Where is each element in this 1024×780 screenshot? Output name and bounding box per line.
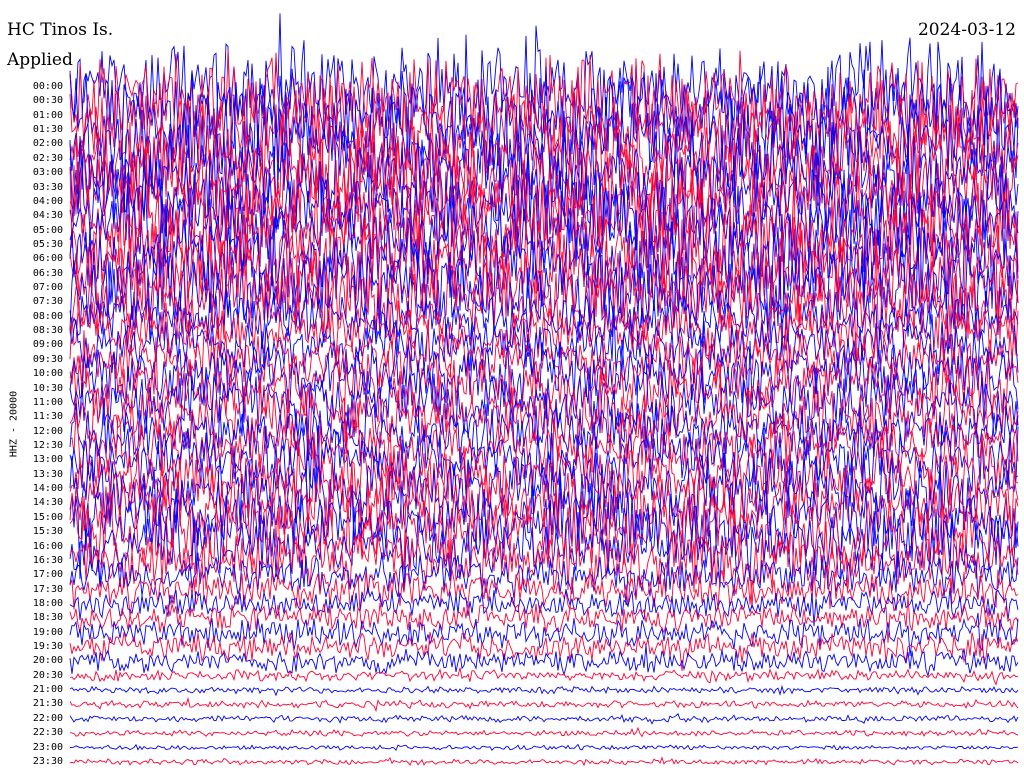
time-tick-label: 03:30 <box>32 181 63 193</box>
time-tick-label: 01:30 <box>32 124 63 136</box>
time-tick-label: 07:30 <box>32 296 63 308</box>
trace-row <box>69 471 1019 593</box>
trace-row <box>69 644 1019 678</box>
time-tick-label: 17:00 <box>32 569 63 581</box>
time-tick-label: 03:00 <box>32 167 63 179</box>
time-tick-label: 06:30 <box>32 267 63 279</box>
trace-row <box>69 726 1019 738</box>
time-tick-label: 20:30 <box>32 669 63 681</box>
time-tick-label: 02:00 <box>32 138 63 150</box>
time-tick-label: 21:00 <box>32 684 63 696</box>
time-tick-label: 05:00 <box>32 224 63 236</box>
time-tick-label: 13:30 <box>32 468 63 480</box>
time-tick-label: 16:00 <box>32 540 63 552</box>
time-tick-label: 11:30 <box>32 411 63 423</box>
time-tick-label: 10:30 <box>32 382 63 394</box>
time-tick-label: 09:30 <box>32 353 63 365</box>
time-tick-label: 23:00 <box>32 741 63 753</box>
time-tick-label: 13:00 <box>32 454 63 466</box>
time-tick-label: 01:00 <box>32 109 63 121</box>
time-tick-label: 04:30 <box>32 210 63 222</box>
time-tick-label: 23:30 <box>32 755 63 767</box>
trace-row <box>69 756 1019 767</box>
time-tick-label: 15:30 <box>32 526 63 538</box>
time-tick-label: 11:00 <box>32 396 63 408</box>
time-tick-label: 17:30 <box>32 583 63 595</box>
time-tick-label: 02:30 <box>32 152 63 164</box>
time-tick-label: 04:00 <box>32 195 63 207</box>
time-tick-label: 19:00 <box>32 626 63 638</box>
time-tick-label: 22:00 <box>32 712 63 724</box>
time-tick-label: 09:00 <box>32 339 63 351</box>
time-tick-label: 00:30 <box>32 95 63 107</box>
time-tick-label: 18:30 <box>32 612 63 624</box>
time-tick-label: 21:30 <box>32 698 63 710</box>
time-tick-label: 05:30 <box>32 238 63 250</box>
time-tick-label: 12:30 <box>32 440 63 451</box>
helicorder-plot <box>69 13 1019 767</box>
trace-row <box>69 743 1019 752</box>
time-tick-label: 16:30 <box>32 554 63 566</box>
trace-row <box>69 684 1019 697</box>
time-tick-label: 14:30 <box>32 497 63 509</box>
trace-row <box>69 713 1019 725</box>
time-tick-label: 12:00 <box>32 425 63 437</box>
time-tick-label: 19:30 <box>32 641 63 653</box>
time-tick-label: 22:30 <box>32 727 63 739</box>
trace-row <box>69 631 1019 671</box>
trace-row <box>69 667 1019 686</box>
time-tick-label: 08:00 <box>32 310 63 322</box>
chart-subtitle: Applied <box>7 50 73 70</box>
time-tick-label: 15:00 <box>32 511 63 523</box>
time-tick-label: 00:00 <box>32 81 63 92</box>
time-tick-label: 08:30 <box>32 325 63 337</box>
trace-row <box>69 696 1019 713</box>
chart-title: HC Tinos Is. <box>7 20 114 40</box>
time-tick-label: 07:00 <box>32 282 63 294</box>
time-tick-label: 20:00 <box>32 655 63 667</box>
time-tick-label: 14:00 <box>32 483 63 495</box>
time-tick-label: 10:00 <box>32 368 63 380</box>
time-tick-label: 06:00 <box>32 253 63 265</box>
chart-date: 2024-03-12 <box>917 20 1016 40</box>
time-tick-label: 18:00 <box>32 597 63 609</box>
